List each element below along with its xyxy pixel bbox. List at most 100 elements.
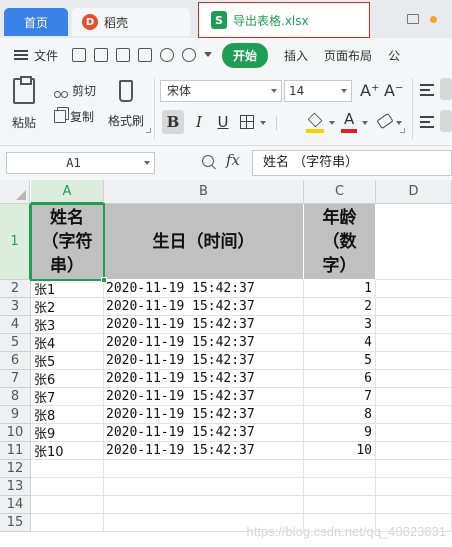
header-cell-a[interactable]: 姓名（字符串） <box>31 204 104 280</box>
cell-age[interactable]: 6 <box>304 370 376 388</box>
column-header-a[interactable]: A <box>31 180 104 204</box>
print-icon[interactable] <box>116 48 131 62</box>
row-header-5[interactable]: 5 <box>0 334 31 352</box>
zoom-icon[interactable] <box>202 155 214 167</box>
cell[interactable] <box>376 298 452 316</box>
cell-time[interactable]: 2020-11-19 15:42:37 <box>104 352 304 370</box>
cell-name[interactable]: 张8 <box>31 406 104 424</box>
border-icon[interactable] <box>240 115 254 129</box>
font-color-icon[interactable]: A <box>344 110 354 128</box>
format-painter-button[interactable]: 格式刷 <box>108 78 144 129</box>
cell[interactable] <box>304 460 376 478</box>
cell[interactable] <box>376 478 452 496</box>
cell-name[interactable]: 张2 <box>31 298 104 316</box>
tab-home[interactable]: 首页 <box>4 8 68 36</box>
italic-button[interactable]: I <box>190 110 208 134</box>
row-header-9[interactable]: 9 <box>0 406 31 424</box>
chevron-down-icon[interactable] <box>329 121 335 125</box>
cell-time[interactable]: 2020-11-19 15:42:37 <box>104 406 304 424</box>
cell[interactable] <box>31 514 104 532</box>
font-size-select[interactable]: 14 <box>284 80 352 102</box>
cell-time[interactable]: 2020-11-19 15:42:37 <box>104 388 304 406</box>
cell[interactable] <box>304 496 376 514</box>
header-cell-b[interactable]: 生日（时间） <box>104 204 304 280</box>
align-top-icon[interactable] <box>420 84 434 96</box>
cell[interactable] <box>304 478 376 496</box>
cell-age[interactable]: 10 <box>304 442 376 460</box>
notification-dot-icon[interactable] <box>430 16 437 23</box>
cell-time[interactable]: 2020-11-19 15:42:37 <box>104 424 304 442</box>
cell-age[interactable]: 3 <box>304 316 376 334</box>
export-pdf-icon[interactable] <box>94 48 109 62</box>
cell[interactable] <box>304 514 376 532</box>
cell-time[interactable]: 2020-11-19 15:42:37 <box>104 298 304 316</box>
cell[interactable] <box>376 514 452 532</box>
cell[interactable] <box>104 478 304 496</box>
cell-age[interactable]: 7 <box>304 388 376 406</box>
monitor-icon[interactable] <box>407 14 419 24</box>
row-header-14[interactable]: 14 <box>0 496 31 514</box>
cell[interactable] <box>376 204 452 280</box>
cell[interactable] <box>104 496 304 514</box>
cell[interactable] <box>376 424 452 442</box>
row-header-10[interactable]: 10 <box>0 424 31 442</box>
dialog-launcher-icon[interactable] <box>400 128 405 133</box>
row-header-7[interactable]: 7 <box>0 370 31 388</box>
tab-docer[interactable]: D 稻壳 <box>72 8 190 36</box>
cell[interactable] <box>376 406 452 424</box>
copy-button[interactable]: 复制 <box>54 108 94 125</box>
row-header-12[interactable]: 12 <box>0 460 31 478</box>
decrease-font-icon[interactable]: A⁻ <box>384 81 403 100</box>
row-header-13[interactable]: 13 <box>0 478 31 496</box>
cell[interactable] <box>31 478 104 496</box>
fx-icon[interactable]: fx <box>226 151 240 169</box>
row-header-4[interactable]: 4 <box>0 316 31 334</box>
chevron-down-icon[interactable] <box>396 121 402 125</box>
row-header-15[interactable]: 15 <box>0 514 31 532</box>
cell-name[interactable]: 张3 <box>31 316 104 334</box>
header-cell-c[interactable]: 年龄（数字） <box>304 204 376 280</box>
cell[interactable] <box>376 280 452 298</box>
cell-time[interactable]: 2020-11-19 15:42:37 <box>104 442 304 460</box>
paste-button[interactable]: 粘贴 <box>12 76 36 131</box>
chevron-down-icon[interactable] <box>362 121 368 125</box>
cell[interactable] <box>376 496 452 514</box>
redo-icon[interactable] <box>182 48 197 62</box>
menu-icon[interactable] <box>14 50 28 60</box>
cell[interactable] <box>31 460 104 478</box>
row-header-11[interactable]: 11 <box>0 442 31 460</box>
cell-name[interactable]: 张4 <box>31 334 104 352</box>
cell[interactable] <box>104 460 304 478</box>
cell-age[interactable]: 5 <box>304 352 376 370</box>
undo-icon[interactable] <box>160 48 175 62</box>
bold-button[interactable]: B <box>162 110 184 134</box>
cell-name[interactable]: 张7 <box>31 388 104 406</box>
row-header-6[interactable]: 6 <box>0 352 31 370</box>
column-header-c[interactable]: C <box>304 180 376 204</box>
cell[interactable] <box>104 514 304 532</box>
name-box[interactable]: A1 <box>6 152 155 174</box>
chevron-down-icon[interactable] <box>204 52 213 58</box>
cell-age[interactable]: 9 <box>304 424 376 442</box>
cell[interactable] <box>376 352 452 370</box>
menu-insert[interactable]: 插入 <box>284 47 308 64</box>
cell-age[interactable]: 8 <box>304 406 376 424</box>
print-preview-icon[interactable] <box>138 48 153 62</box>
cell[interactable] <box>376 316 452 334</box>
cell-time[interactable]: 2020-11-19 15:42:37 <box>104 370 304 388</box>
cell[interactable] <box>376 388 452 406</box>
save-icon[interactable] <box>72 48 87 62</box>
fill-handle[interactable] <box>101 277 107 283</box>
cell-age[interactable]: 2 <box>304 298 376 316</box>
column-header-b[interactable]: B <box>104 180 304 204</box>
column-header-d[interactable]: D <box>376 180 452 204</box>
align-left-icon[interactable] <box>420 116 434 128</box>
cell-name[interactable]: 张1 <box>31 280 104 298</box>
menu-formula[interactable]: 公 <box>388 47 400 64</box>
formula-input[interactable]: 姓名 （字符串） <box>252 150 452 176</box>
row-header-2[interactable]: 2 <box>0 280 31 298</box>
cut-button[interactable]: 剪切 <box>54 82 96 99</box>
fill-color-icon[interactable] <box>307 112 323 128</box>
menu-file[interactable]: 文件 <box>34 47 58 64</box>
cell-age[interactable]: 4 <box>304 334 376 352</box>
